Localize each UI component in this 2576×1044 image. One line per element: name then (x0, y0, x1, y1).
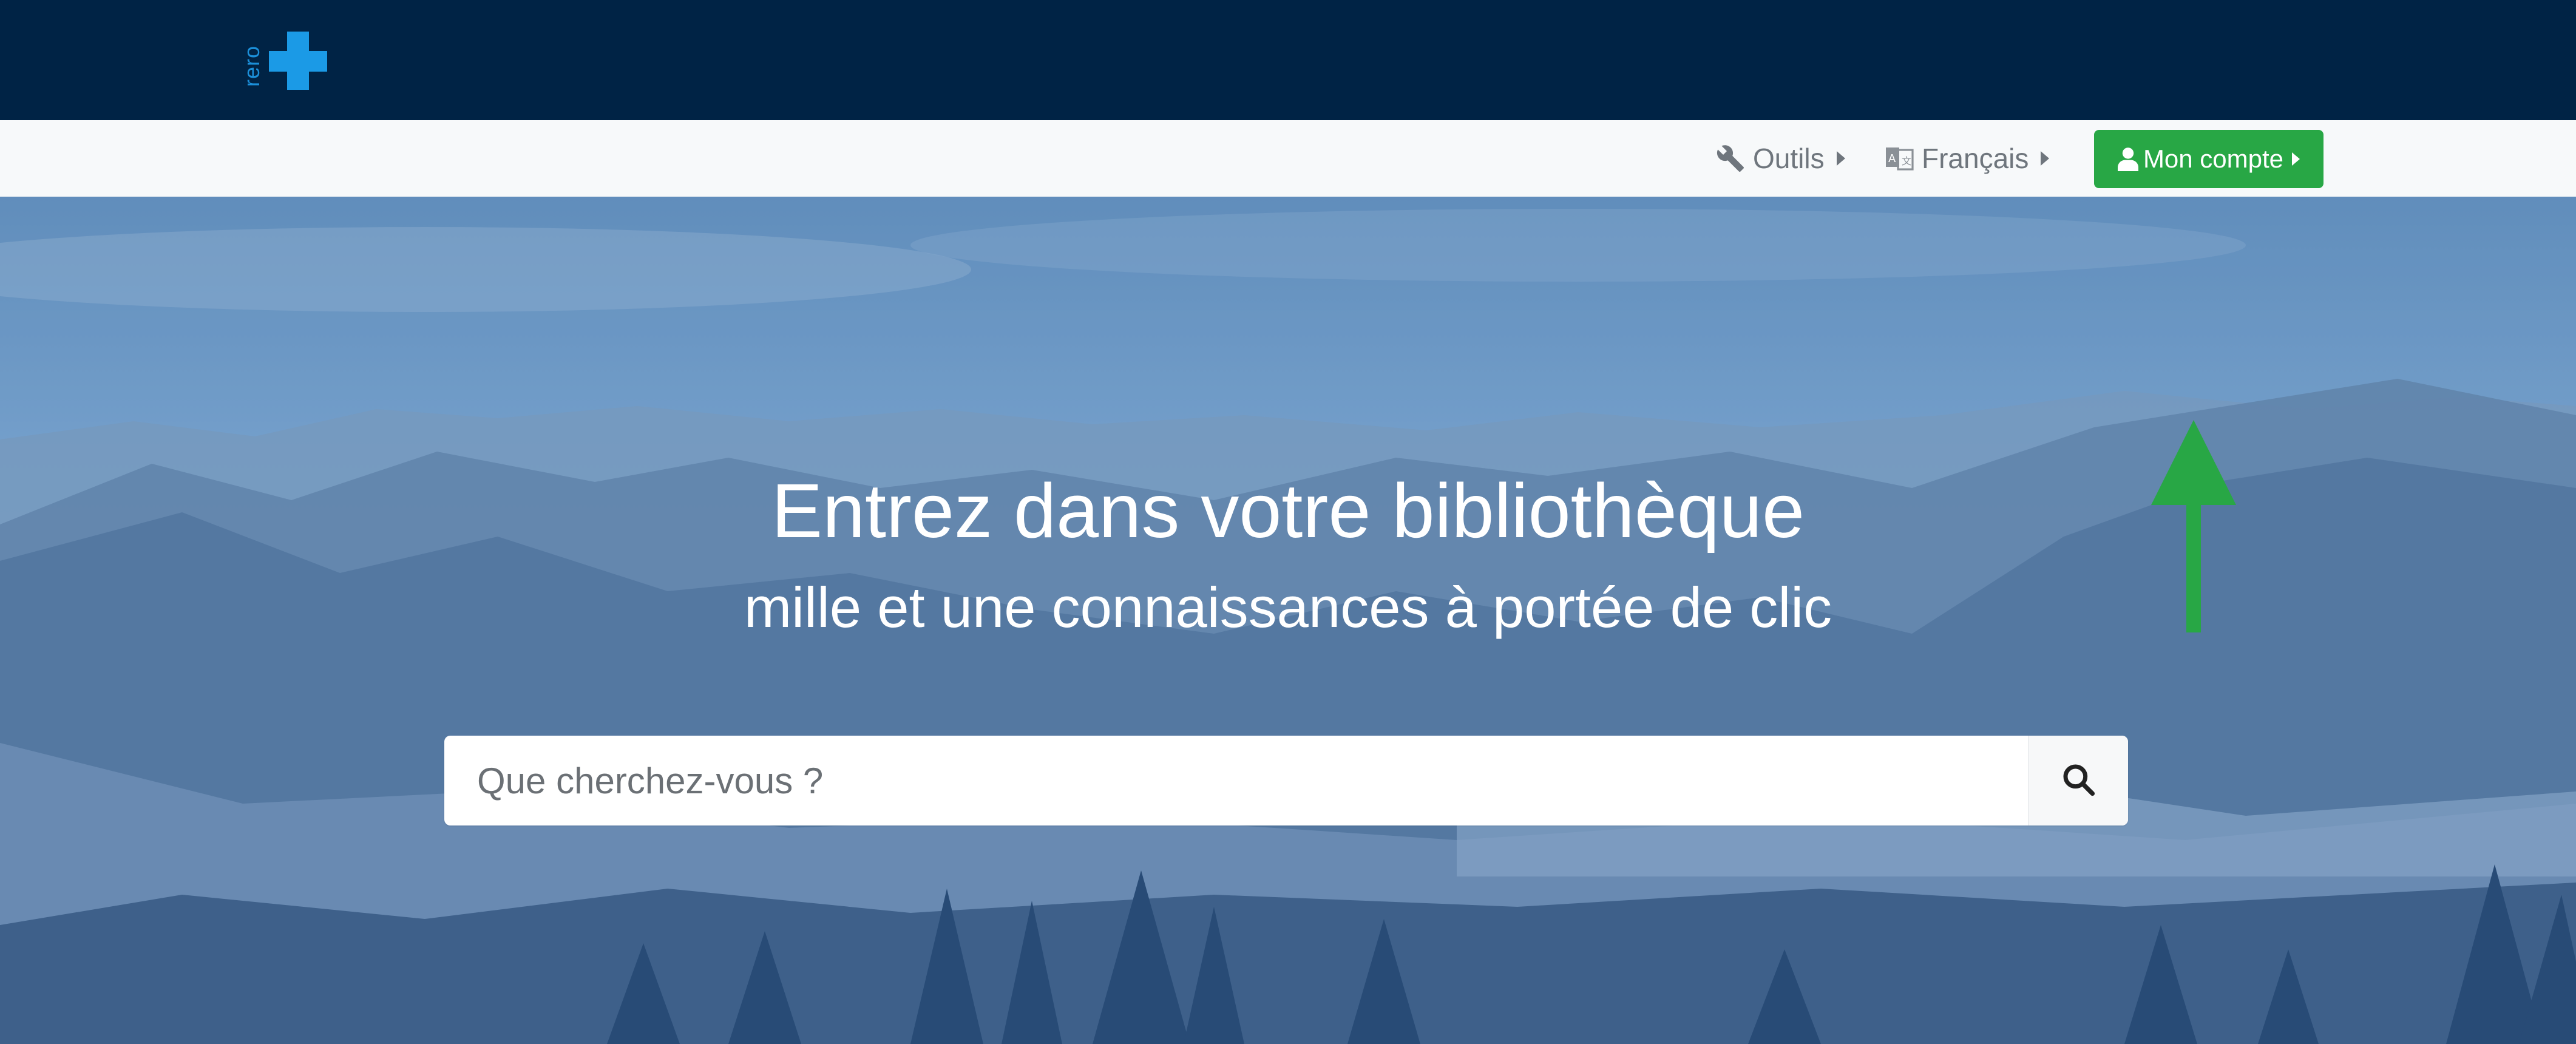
top-header: rero (0, 0, 2576, 120)
hero-banner: Entrez dans votre bibliothèque mille et … (0, 197, 2576, 1044)
language-icon: A文 (1884, 143, 1914, 174)
search-icon (2061, 762, 2095, 799)
svg-text:文: 文 (1902, 155, 1911, 167)
logo-cross-vertical (287, 32, 309, 90)
user-icon (2117, 147, 2138, 171)
logo-text: rero (239, 45, 265, 87)
wrench-icon (1715, 143, 1746, 174)
search-button[interactable] (2028, 736, 2128, 825)
tools-label: Outils (1753, 143, 1825, 174)
rero-logo[interactable]: rero (239, 29, 336, 96)
my-account-label: Mon compte (2143, 144, 2284, 173)
arrow-up-icon (2151, 420, 2236, 632)
language-label: Français (1922, 143, 2029, 174)
caret-right-icon (2041, 151, 2050, 166)
search-bar (444, 736, 2128, 825)
svg-text:A: A (1888, 152, 1896, 165)
my-account-button[interactable]: Mon compte (2094, 130, 2323, 188)
language-menu[interactable]: A文 Français (1884, 120, 2050, 197)
caret-right-icon (1836, 151, 1845, 166)
search-input[interactable] (444, 736, 2028, 825)
tools-menu[interactable]: Outils (1715, 120, 1845, 197)
caret-right-icon (2292, 152, 2300, 166)
